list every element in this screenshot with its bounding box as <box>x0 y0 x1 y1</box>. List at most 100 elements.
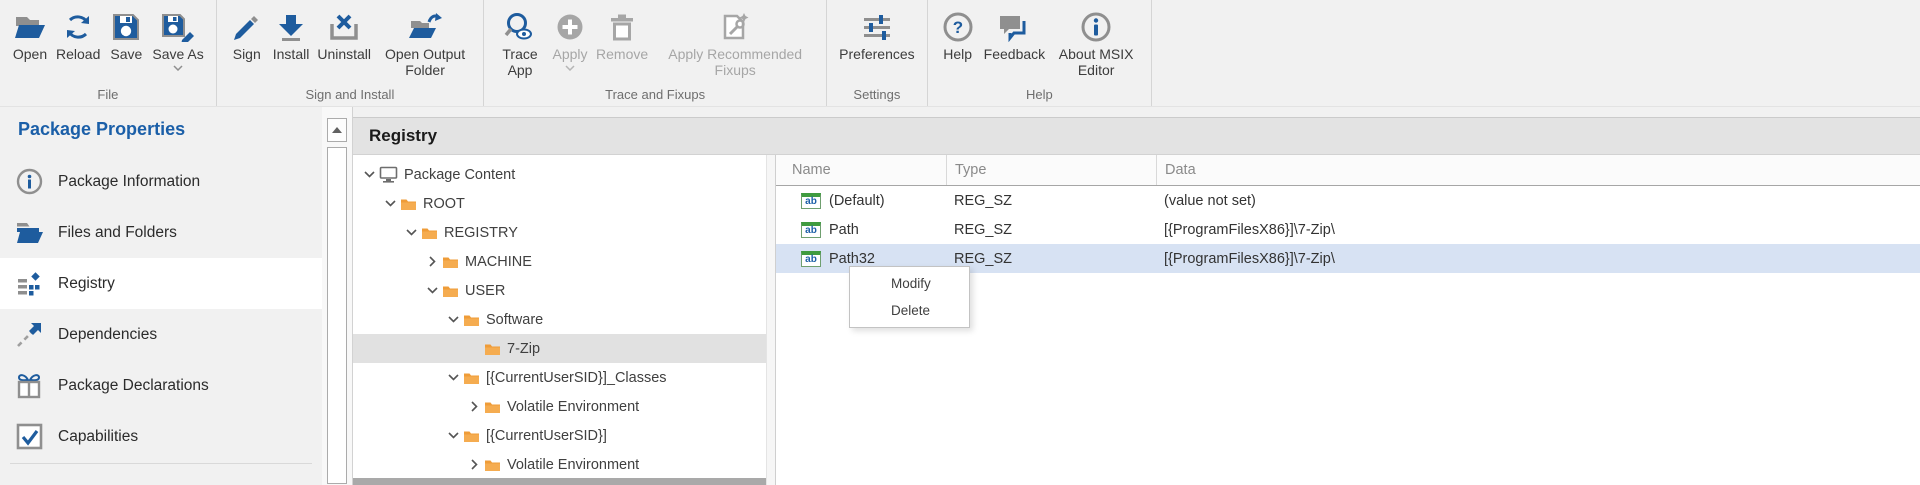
expander-expanded-icon[interactable] <box>424 287 440 294</box>
folder-icon <box>442 284 459 298</box>
sidebar-scrollbar <box>322 107 352 485</box>
apply-recommended-fixups-label: Apply Recommended Fixups <box>656 46 814 78</box>
msix-editor-window: Open Reload Save <box>0 0 1920 485</box>
expander-expanded-icon[interactable] <box>445 374 461 381</box>
help-label: Help <box>943 46 972 62</box>
expander-expanded-icon[interactable] <box>445 432 461 439</box>
tree-node-7-zip[interactable]: 7-Zip <box>353 334 766 363</box>
table-row-path[interactable]: ab Path REG_SZ [{ProgramFilesX86}]\7-Zip… <box>776 215 1920 244</box>
apply-label: Apply <box>553 46 588 62</box>
remove-icon <box>608 8 636 46</box>
tree-node-label: Software <box>486 312 543 328</box>
column-header-data[interactable]: Data <box>1156 155 1920 185</box>
ribbon-group-label-file: File <box>0 86 216 106</box>
table-row-default[interactable]: ab (Default) REG_SZ (value not set) <box>776 186 1920 215</box>
scrollbar-up-button[interactable] <box>327 118 347 142</box>
preferences-icon <box>861 8 893 46</box>
checkbox-icon <box>14 423 44 450</box>
tree-node-volatile-environment-2[interactable]: Volatile Environment <box>353 450 766 479</box>
context-menu-item-modify[interactable]: Modify <box>850 270 969 297</box>
tree-node-label: [{CurrentUserSID}]_Classes <box>486 370 667 386</box>
help-icon: ? <box>942 8 974 46</box>
apply-dropdown-icon[interactable] <box>565 64 575 71</box>
value-name: Path <box>829 222 859 238</box>
open-button[interactable]: Open <box>8 7 52 63</box>
context-menu-item-delete[interactable]: Delete <box>850 297 969 324</box>
ribbon-group-sign-install: Sign Install Uninstall <box>217 0 484 106</box>
folder-icon <box>400 197 417 211</box>
sidebar-item-package-declarations[interactable]: Package Declarations <box>0 360 322 411</box>
about-msix-editor-button[interactable]: About MSIX Editor <box>1049 7 1143 79</box>
folder-icon <box>484 400 501 414</box>
tree-node-root[interactable]: ROOT <box>353 189 766 218</box>
install-button[interactable]: Install <box>269 7 314 63</box>
tree-node-label: Volatile Environment <box>507 457 639 473</box>
trace-app-button[interactable]: Trace App <box>492 7 548 79</box>
apply-icon <box>555 8 585 46</box>
folder-icon <box>463 429 480 443</box>
value-type: REG_SZ <box>946 222 1156 238</box>
folder-icon <box>421 226 438 240</box>
feedback-button[interactable]: Feedback <box>980 7 1049 63</box>
uninstall-button[interactable]: Uninstall <box>313 7 375 63</box>
remove-button[interactable]: Remove <box>592 7 652 63</box>
open-output-folder-button[interactable]: Open Output Folder <box>375 7 475 79</box>
ribbon-group-trace-fixups: Trace App Apply Remove <box>484 0 827 106</box>
sidebar-item-files-and-folders[interactable]: Files and Folders <box>0 207 322 258</box>
preferences-button[interactable]: Preferences <box>835 7 918 63</box>
tree-node-package-content[interactable]: Package Content <box>353 160 766 189</box>
tree-table-splitter[interactable] <box>766 155 776 485</box>
fixups-icon <box>719 8 751 46</box>
reload-button[interactable]: Reload <box>52 7 104 63</box>
tree-node-volatile-environment-1[interactable]: Volatile Environment <box>353 392 766 421</box>
tree-node-currentusersid[interactable]: [{CurrentUserSID}] <box>353 421 766 450</box>
save-as-button[interactable]: Save As <box>148 7 207 72</box>
sidebar-item-registry[interactable]: Registry <box>0 258 322 309</box>
expander-expanded-icon[interactable] <box>403 229 419 236</box>
save-as-dropdown-icon[interactable] <box>173 64 183 71</box>
expander-expanded-icon[interactable] <box>361 171 377 178</box>
table-header: Name Type Data <box>776 155 1920 186</box>
tree-node-label: REGISTRY <box>444 225 518 241</box>
expander-collapsed-icon[interactable] <box>424 256 440 267</box>
apply-button[interactable]: Apply <box>548 7 592 72</box>
context-menu: Modify Delete <box>849 266 970 328</box>
tree-node-software[interactable]: Software <box>353 305 766 334</box>
folder-icon <box>14 220 44 245</box>
value-name: Path32 <box>829 251 875 267</box>
tree-node-user[interactable]: USER <box>353 276 766 305</box>
ribbon-group-help: ? Help Feedback About MSIX Editor <box>928 0 1152 106</box>
feedback-label: Feedback <box>984 46 1045 62</box>
apply-recommended-fixups-button[interactable]: Apply Recommended Fixups <box>652 7 818 79</box>
install-icon <box>276 8 306 46</box>
uninstall-icon <box>328 8 360 46</box>
page-header: Registry <box>353 117 1920 155</box>
tree-node-machine[interactable]: MACHINE <box>353 247 766 276</box>
scroll-up-arrow-icon <box>332 127 342 133</box>
expander-expanded-icon[interactable] <box>382 200 398 207</box>
value-name: (Default) <box>829 193 885 209</box>
help-button[interactable]: ? Help <box>936 7 980 63</box>
column-header-name[interactable]: Name <box>776 155 946 185</box>
expander-collapsed-icon[interactable] <box>466 401 482 412</box>
svg-text:?: ? <box>952 18 962 37</box>
sidebar-item-label: Capabilities <box>58 428 138 446</box>
gift-box-icon <box>14 372 44 400</box>
tree-node-currentusersid-classes[interactable]: [{CurrentUserSID}]_Classes <box>353 363 766 392</box>
save-button[interactable]: Save <box>104 7 148 63</box>
tree-node-registry[interactable]: REGISTRY <box>353 218 766 247</box>
sidebar-item-package-information[interactable]: Package Information <box>0 156 322 207</box>
tree-horizontal-scrollbar[interactable] <box>353 478 766 485</box>
tree-node-label: MACHINE <box>465 254 532 270</box>
expander-collapsed-icon[interactable] <box>466 459 482 470</box>
sidebar-item-dependencies[interactable]: Dependencies <box>0 309 322 360</box>
expander-expanded-icon[interactable] <box>445 316 461 323</box>
column-header-type[interactable]: Type <box>946 155 1156 185</box>
scrollbar-thumb[interactable] <box>327 147 347 484</box>
tree-node-label: Volatile Environment <box>507 399 639 415</box>
tree-node-label: [{CurrentUserSID}] <box>486 428 607 444</box>
ribbon-group-label-settings: Settings <box>827 86 926 106</box>
sidebar-item-capabilities[interactable]: Capabilities <box>0 411 322 462</box>
value-type: REG_SZ <box>946 251 1156 267</box>
sign-button[interactable]: Sign <box>225 7 269 63</box>
